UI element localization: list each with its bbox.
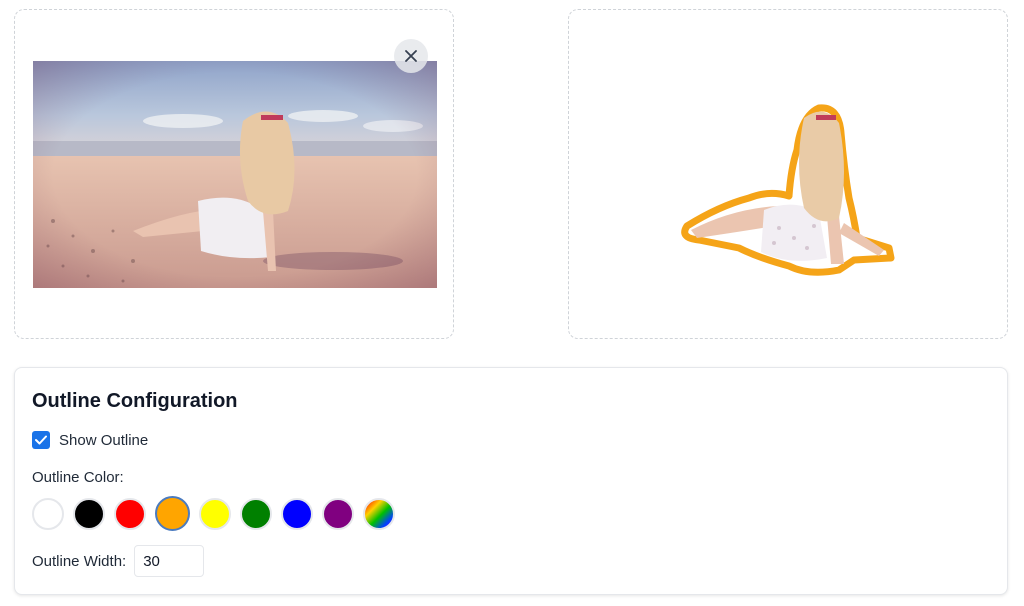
outline-width-label: Outline Width: (32, 552, 127, 570)
color-swatch-black[interactable] (73, 497, 105, 530)
config-title: Outline Configuration (32, 390, 238, 412)
close-icon (405, 50, 417, 62)
color-swatch-gradient[interactable] (363, 497, 395, 530)
show-outline-checkbox[interactable] (32, 431, 50, 449)
uploaded-photo (33, 61, 437, 288)
outline-width-row: Outline Width: (32, 545, 205, 577)
color-swatch-purple[interactable] (322, 497, 354, 530)
show-outline-row: Show Outline (32, 431, 148, 449)
color-swatch-red[interactable] (114, 497, 146, 530)
color-swatch-orange[interactable] (155, 496, 190, 531)
source-image-panel (14, 9, 454, 339)
color-swatch-green[interactable] (240, 497, 272, 530)
color-swatch-yellow[interactable] (199, 497, 231, 530)
checkmark-icon (35, 435, 47, 445)
outline-color-label: Outline Color: (32, 469, 124, 486)
outline-preview-panel (568, 9, 1008, 339)
color-swatch-list (32, 496, 395, 531)
page: Outline Configuration Show Outline Outli… (0, 0, 1024, 606)
color-swatch-white[interactable] (32, 497, 64, 530)
show-outline-label: Show Outline (59, 431, 149, 449)
outline-configuration-card: Outline Configuration Show Outline Outli… (14, 367, 1008, 595)
outline-width-input[interactable] (134, 545, 205, 577)
remove-image-button[interactable] (394, 39, 428, 73)
color-swatch-blue[interactable] (281, 497, 313, 530)
outlined-cutout-image (681, 104, 895, 276)
